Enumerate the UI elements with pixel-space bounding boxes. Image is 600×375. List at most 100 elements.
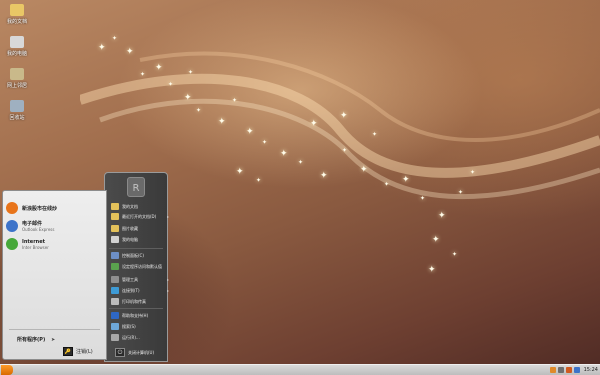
- sparkle-icon: ✦: [470, 169, 476, 176]
- user-avatar[interactable]: ʀ: [127, 177, 145, 197]
- pinned-item-subtitle: Outlook Express: [22, 227, 55, 232]
- network-tray-icon[interactable]: [549, 367, 556, 373]
- chevron-right-icon: ▸: [166, 214, 169, 219]
- menu-item-printers[interactable]: 打印机和传真: [111, 298, 169, 305]
- pinned-item-title: 新浪股市在线炒: [22, 205, 58, 212]
- menu-item-help[interactable]: 帮助和支持(H): [111, 312, 169, 319]
- menu-item-connect-to[interactable]: 连接到(T) ▸: [111, 287, 169, 294]
- start-menu-left-pane: 新浪股市在线炒 电子邮件 Outlook Express Internet In…: [2, 190, 107, 360]
- all-programs-button[interactable]: 所有程序(P) ➤: [17, 336, 55, 343]
- sparkle-icon: ✦: [280, 149, 288, 159]
- volume-tray-icon[interactable]: [557, 367, 564, 373]
- sparkle-icon: ✦: [112, 35, 118, 42]
- sparkle-icon: ✦: [342, 147, 348, 154]
- shutdown-label: 关闭计算机(U): [128, 349, 155, 355]
- sparkle-icon: ✦: [168, 81, 174, 88]
- sparkle-icon: ✦: [98, 43, 106, 53]
- desktop-icon-my-computer[interactable]: 我的电脑: [4, 36, 30, 57]
- taskbar-clock[interactable]: 15:24: [584, 367, 598, 373]
- menu-item-label: 搜索(S): [122, 323, 136, 329]
- menu-item-my-documents[interactable]: 我的文档: [111, 203, 169, 210]
- chevron-right-icon: ▸: [166, 288, 169, 293]
- pinned-item-internet[interactable]: Internet Inter Browser: [3, 235, 106, 253]
- defaults-icon: [111, 263, 119, 270]
- update-tray-icon[interactable]: [573, 367, 580, 373]
- menu-item-admin-tools[interactable]: 管理工具 ▸: [111, 276, 169, 283]
- sparkle-icon: ✦: [340, 111, 348, 121]
- menu-item-label: 控制面板(C): [122, 252, 144, 258]
- menu-item-my-computer[interactable]: 我的电脑: [111, 236, 169, 243]
- desktop-icon-label: 回收站: [9, 115, 25, 121]
- network-icon: [10, 68, 24, 80]
- menu-item-label: 帮助和支持(H): [122, 312, 149, 318]
- computer-icon: [10, 36, 24, 48]
- recent-docs-icon: [111, 213, 119, 220]
- sparkle-icon: ✦: [438, 211, 446, 221]
- pinned-item-title: Internet: [22, 238, 46, 245]
- sparkle-icon: ✦: [432, 235, 440, 245]
- sparkle-icon: ✦: [232, 97, 238, 104]
- pinned-item-email[interactable]: 电子邮件 Outlook Express: [3, 217, 106, 235]
- desktop-icon-recycle-bin[interactable]: 回收站: [4, 100, 30, 121]
- menu-item-control-panel[interactable]: 控制面板(C): [111, 252, 169, 259]
- security-tray-icon[interactable]: [565, 367, 572, 373]
- desktop-icon-label: 我的电脑: [6, 51, 27, 57]
- sparkle-icon: ✦: [452, 251, 458, 258]
- menu-item-label: 我的电脑: [122, 236, 138, 242]
- help-icon: [111, 312, 119, 319]
- menu-separator: [109, 308, 163, 309]
- sparkle-icon: ✦: [372, 131, 378, 138]
- menu-item-pictures[interactable]: 图片收藏: [111, 225, 169, 232]
- connect-icon: [111, 287, 119, 294]
- sparkle-icon: ✦: [246, 127, 254, 137]
- sparkle-icon: ✦: [360, 165, 368, 175]
- pinned-item-stock-app[interactable]: 新浪股市在线炒: [3, 199, 106, 217]
- sparkle-icon: ✦: [428, 265, 436, 275]
- logoff-button[interactable]: 🔑 注销(L): [63, 347, 93, 356]
- menu-item-label: 管理工具: [122, 276, 138, 282]
- sparkle-icon: ✦: [126, 47, 134, 57]
- menu-item-label: 图片收藏: [122, 225, 138, 231]
- taskbar: 15:24: [0, 364, 600, 375]
- admin-tools-icon: [111, 276, 119, 283]
- menu-item-recent-documents[interactable]: 最近打开的文档(D) ▸: [111, 213, 169, 220]
- system-tray: 15:24: [549, 366, 598, 374]
- pictures-icon: [111, 225, 119, 232]
- menu-item-label: 连接到(T): [122, 287, 140, 293]
- desktop-icon-label: 我的文档: [6, 19, 27, 25]
- folder-icon: [10, 4, 24, 16]
- desktop-icon-my-documents[interactable]: 我的文档: [4, 4, 30, 25]
- stock-app-icon: [6, 202, 18, 214]
- logoff-label: 注销(L): [76, 349, 93, 355]
- browser-icon: [6, 238, 18, 250]
- menu-item-label: 运行(R)...: [122, 334, 140, 340]
- start-button[interactable]: [1, 365, 13, 375]
- menu-item-program-defaults[interactable]: 设定程序访问和默认值: [111, 263, 169, 270]
- documents-icon: [111, 203, 119, 210]
- recycle-bin-icon: [10, 100, 24, 112]
- menu-item-search[interactable]: 搜索(S): [111, 323, 169, 330]
- sparkle-icon: ✦: [420, 195, 426, 202]
- menu-item-run[interactable]: 运行(R)...: [111, 334, 169, 341]
- pinned-item-title: 电子邮件: [22, 221, 43, 227]
- sparkle-icon: ✦: [402, 175, 410, 185]
- pinned-item-subtitle: Inter Browser: [22, 244, 49, 250]
- menu-separator: [9, 329, 100, 330]
- shutdown-button[interactable]: ⏻ 关闭计算机(U): [115, 348, 154, 357]
- printer-icon: [111, 298, 119, 305]
- mail-icon: [6, 220, 18, 232]
- menu-item-label: 设定程序访问和默认值: [122, 263, 162, 269]
- sparkle-icon: ✦: [155, 63, 163, 73]
- sparkle-icon: ✦: [458, 189, 464, 196]
- run-icon: [111, 334, 119, 341]
- all-programs-label: 所有程序(P): [17, 337, 46, 343]
- desktop-icon-network[interactable]: 网上邻居: [4, 68, 30, 89]
- sparkle-icon: ✦: [384, 181, 390, 188]
- sparkle-icon: ✦: [184, 93, 192, 103]
- control-panel-icon: [111, 252, 119, 259]
- sparkle-icon: ✦: [256, 177, 262, 184]
- sparkle-icon: ✦: [310, 119, 318, 129]
- sparkle-icon: ✦: [196, 107, 202, 114]
- menu-item-label: 我的文档: [122, 203, 138, 209]
- sparkle-icon: ✦: [262, 139, 268, 146]
